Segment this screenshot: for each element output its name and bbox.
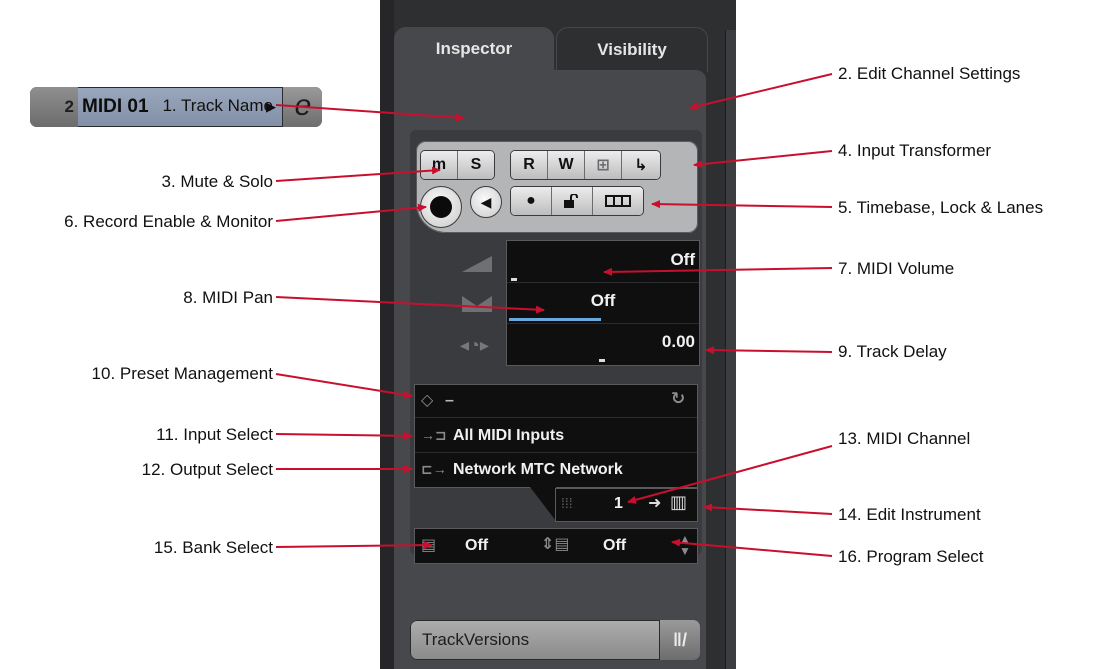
left-edge	[380, 0, 394, 669]
tab-visibility[interactable]: Visibility	[556, 27, 708, 72]
program-icon: ⇕▤	[541, 536, 570, 553]
preset-management-row[interactable]: ◇ – ↻	[415, 385, 697, 418]
midi-pan-fader[interactable]: Off	[507, 282, 699, 324]
speaker-icon: ◀	[480, 193, 492, 210]
track-delay-icon: ◂◔▸	[460, 335, 489, 355]
record-dot-icon	[430, 196, 452, 218]
track-versions-button[interactable]: ‖/	[659, 620, 700, 660]
grid-icon[interactable]: ⊞	[585, 151, 622, 179]
input-select-value: All MIDI Inputs	[453, 427, 565, 444]
track-versions-bar[interactable]: TrackVersions ‖/	[410, 620, 700, 660]
reset-icon[interactable]: ↻	[671, 389, 685, 409]
label-bank-select: 15. Bank Select	[153, 538, 273, 557]
edit-instrument-arrow-icon: ➜	[648, 495, 662, 512]
input-select-row[interactable]: →⊐ All MIDI Inputs	[415, 420, 697, 453]
label-output-select: 12. Output Select	[141, 460, 273, 479]
label-program-select: 16. Program Select	[838, 547, 984, 566]
bank-icon: ▤	[421, 537, 437, 554]
input-icon: →⊐	[421, 427, 447, 443]
midi-volume-value: Off	[670, 250, 695, 269]
output-select-value: Network MTC Network	[453, 461, 623, 478]
program-select-value[interactable]: Off	[603, 537, 626, 555]
preset-value: –	[445, 392, 454, 409]
tab-inspector[interactable]: Inspector	[394, 27, 554, 71]
label-input-transformer: 4. Input Transformer	[838, 141, 992, 160]
edit-instrument-button[interactable]: ▥	[670, 492, 687, 513]
track-versions-label: TrackVersions	[422, 630, 530, 649]
pan-bar	[509, 318, 601, 321]
bank-program-row: ▤ Off ⇕▤ Off ▲ ▼	[414, 528, 698, 564]
volume-handle	[511, 278, 517, 281]
solo-button[interactable]: S	[458, 151, 494, 179]
fader-box: Off Off 0.00	[506, 240, 700, 366]
channel-grid-icon: ⁞⁞⁞	[561, 495, 573, 511]
preset-diamond-icon: ◇	[421, 392, 434, 409]
label-edit-instrument: 14. Edit Instrument	[838, 505, 981, 524]
label-midi-channel: 13. MIDI Channel	[838, 429, 971, 448]
channel-box-corner	[530, 487, 556, 521]
monitor-button[interactable]: ◀	[470, 186, 502, 218]
lanes-button[interactable]	[593, 187, 643, 215]
midi-channel-value: 1	[614, 495, 623, 512]
lock-icon	[564, 194, 578, 208]
label-track-name: 1. Track Name	[162, 96, 273, 115]
output-select-row[interactable]: ⊏→ Network MTC Network	[415, 454, 697, 486]
label-input-select: 11. Input Select	[156, 425, 273, 444]
label-timebase-lock-lanes: 5. Timebase, Lock & Lanes	[838, 198, 1044, 217]
lock-button[interactable]	[552, 187, 593, 215]
write-button[interactable]: W	[548, 151, 585, 179]
volume-ramp-icon	[462, 256, 492, 272]
label-midi-pan: 8. MIDI Pan	[183, 288, 273, 307]
track-delay-value: 0.00	[661, 332, 695, 351]
label-midi-volume: 7. MIDI Volume	[838, 259, 955, 278]
input-transformer-button[interactable]: ↳	[622, 151, 660, 179]
timebase-button[interactable]: ●	[511, 187, 552, 215]
preset-io-box: ◇ – ↻ →⊐ All MIDI Inputs ⊏→ Network MTC …	[414, 384, 698, 488]
program-stepper-icon[interactable]: ▲ ▼	[679, 533, 691, 557]
mute-solo-group: m S	[420, 150, 495, 180]
midi-channel-row[interactable]: ⁞⁞⁞ 1 ➜ ▥	[555, 488, 698, 522]
label-preset-management: 10. Preset Management	[91, 364, 273, 383]
output-icon: ⊏→	[421, 461, 447, 477]
timebase-lock-lanes-group: ●	[510, 186, 644, 216]
read-write-group: R W ⊞ ↳	[510, 150, 661, 180]
label-track-delay: 9. Track Delay	[838, 342, 947, 361]
edit-channel-settings-button[interactable]: e	[282, 87, 322, 127]
midi-pan-value: Off	[590, 291, 616, 310]
label-mute-solo: 3. Mute & Solo	[161, 172, 273, 191]
midi-volume-fader[interactable]: Off	[507, 241, 699, 283]
right-scroll-edge	[725, 30, 736, 669]
record-enable-button[interactable]	[420, 186, 462, 228]
pan-icon	[462, 296, 492, 312]
delay-handle	[599, 359, 605, 362]
label-record-enable-monitor: 6. Record Enable & Monitor	[64, 212, 273, 231]
lanes-icon	[605, 195, 631, 207]
mute-button[interactable]: m	[421, 151, 458, 179]
read-button[interactable]: R	[511, 151, 548, 179]
label-edit-channel-settings: 2. Edit Channel Settings	[838, 64, 1021, 83]
track-delay-fader[interactable]: 0.00	[507, 323, 699, 364]
bank-select-value[interactable]: Off	[465, 537, 488, 555]
